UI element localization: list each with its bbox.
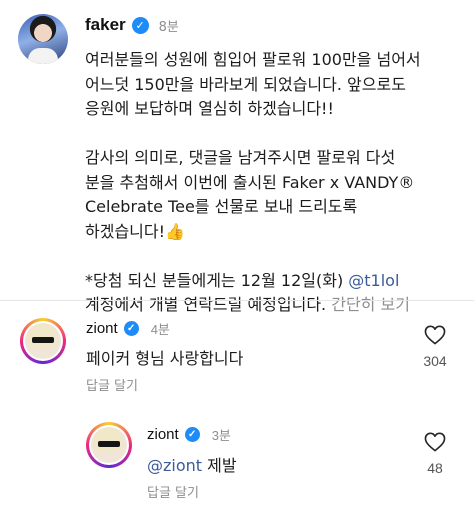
- divider: [0, 300, 474, 301]
- reply-timestamp: 3분: [211, 428, 231, 443]
- reply-avatar[interactable]: [86, 422, 132, 468]
- mention-link[interactable]: @t1lol: [348, 271, 399, 290]
- avatar-ring-inner: [23, 321, 63, 361]
- sunglasses-icon: [98, 441, 120, 447]
- reply-button[interactable]: 답글 달기: [147, 482, 199, 501]
- reply-button[interactable]: 답글 달기: [86, 375, 138, 394]
- comment-timestamp: 4분: [150, 322, 170, 337]
- caption-notice-text: *당첨 되신 분들에게는 12월 12일(화): [85, 270, 349, 290]
- reply-like: 48: [415, 432, 455, 476]
- post-timestamp: 8분: [158, 19, 179, 35]
- mention-link[interactable]: @ziont: [147, 456, 202, 475]
- post-caption: 여러분들의 성원에 힘입어 팔로워 100만을 넘어서 어느덧 150만을 바라…: [85, 48, 465, 318]
- avatar-figure: [28, 48, 58, 64]
- heart-outline-icon[interactable]: [424, 325, 446, 345]
- post-author-avatar[interactable]: [18, 14, 68, 64]
- collapse-caption-button[interactable]: 간단히 보기: [331, 295, 410, 314]
- comment-like: 304: [415, 325, 455, 369]
- verified-badge-icon: ✓: [123, 321, 139, 336]
- caption-paragraph-2: 감사의 의미로, 댓글을 남겨주시면 팔로워 다섯 분을 추첨해서 이번에 출시…: [85, 148, 415, 241]
- post-author-username[interactable]: faker: [85, 15, 126, 35]
- caption-paragraph-4: 계정에서 개별 연락드릴 예정입니다. 간단히 보기: [85, 293, 465, 318]
- like-count: 304: [423, 353, 447, 369]
- verified-badge-icon: ✓: [184, 427, 200, 442]
- avatar-image: [91, 427, 127, 463]
- comment-text: 페이커 형님 사랑합니다: [86, 349, 244, 368]
- post-header: faker ✓ 8분: [85, 14, 179, 36]
- caption-paragraph-1: 여러분들의 성원에 힘입어 팔로워 100만을 넘어서 어느덧 150만을 바라…: [85, 50, 421, 118]
- caption-notice-text-2: 계정에서 개별 연락드릴 예정입니다.: [85, 295, 332, 314]
- verified-badge-icon: ✓: [131, 16, 149, 34]
- sunglasses-icon: [32, 337, 54, 343]
- caption-paragraph-3: *당첨 되신 분들에게는 12월 12일(화) @t1lol: [85, 269, 465, 294]
- avatar-image: [25, 323, 61, 359]
- post: faker ✓ 8분 여러분들의 성원에 힘입어 팔로워 100만을 넘어서 어…: [0, 0, 474, 314]
- reply-body: 제발: [202, 456, 237, 475]
- avatar-hair: [28, 324, 56, 348]
- reply-username[interactable]: ziont: [147, 426, 179, 443]
- avatar-hair: [94, 428, 122, 452]
- comment-username[interactable]: ziont: [86, 320, 118, 337]
- like-count: 48: [427, 460, 443, 476]
- comment-avatar[interactable]: [20, 318, 66, 364]
- reply-header: ziont ✓ 3분: [147, 425, 231, 444]
- comment-header: ziont ✓ 4분: [86, 319, 170, 338]
- heart-outline-icon[interactable]: [424, 432, 446, 452]
- reply-text: @ziont 제발: [147, 452, 237, 476]
- avatar-ring-inner: [89, 425, 129, 465]
